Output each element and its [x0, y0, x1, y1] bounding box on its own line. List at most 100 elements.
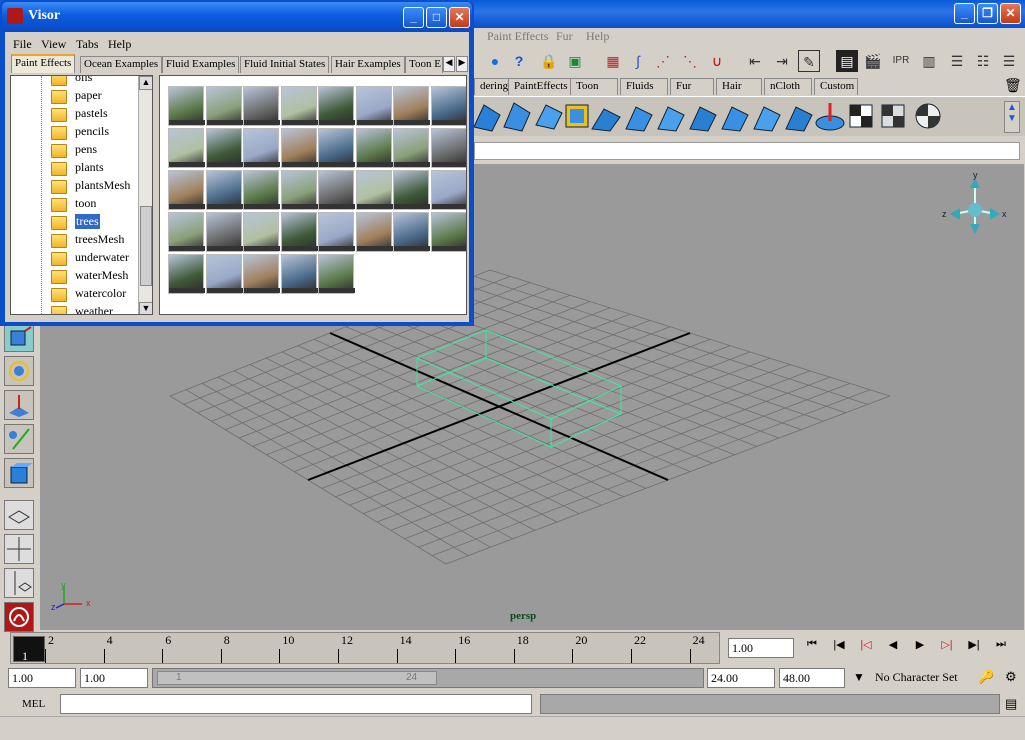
restore-button[interactable]: ❐: [977, 3, 998, 24]
play-backward-icon[interactable]: ◀: [881, 638, 905, 660]
tab-scroll-right-icon[interactable]: ▶: [456, 56, 468, 72]
folder-item-paper[interactable]: paper: [75, 88, 102, 103]
time-slider-track[interactable]: 1 2 4 6 8 10 12 14 16 18 20 22 24: [10, 632, 720, 664]
visor-tab-ocean-examples[interactable]: Ocean Examples: [80, 56, 163, 73]
folder-item-oils[interactable]: oils: [75, 76, 92, 85]
select-icon[interactable]: ▣: [564, 50, 586, 72]
playback-end-field[interactable]: 24.00: [707, 668, 775, 688]
snap-view-icon[interactable]: ⋱: [679, 50, 701, 72]
single-pane-layout-icon[interactable]: [4, 500, 34, 530]
current-time-marker[interactable]: 1: [13, 636, 45, 663]
folder-item-plants[interactable]: plants: [75, 160, 104, 175]
brush-thumbnail[interactable]: [430, 86, 466, 126]
brush-thumbnail[interactable]: [430, 128, 466, 168]
brush-thumbnail[interactable]: [280, 86, 318, 126]
visor-tab-fluid-initial-states[interactable]: Fluid Initial States: [240, 56, 330, 73]
mel-input[interactable]: [60, 694, 532, 714]
render-icon[interactable]: 🎬: [862, 50, 884, 72]
brush-thumbnail[interactable]: [430, 170, 466, 210]
hypershade-icon[interactable]: ☰: [946, 50, 968, 72]
folder-item-toon[interactable]: toon: [75, 196, 96, 211]
visor-titlebar[interactable]: Visor _ □ ✕: [2, 2, 472, 32]
folder-item-plantsMesh[interactable]: plantsMesh: [75, 178, 130, 193]
visor-tab-hair-examples[interactable]: Hair Examples: [331, 56, 405, 73]
menu-paint-effects[interactable]: Paint Effects: [487, 29, 548, 44]
folder-item-underwater[interactable]: underwater: [75, 250, 129, 265]
visor-menu-help[interactable]: Help: [108, 37, 131, 52]
tab-scroll-left-icon[interactable]: ◀: [443, 56, 455, 72]
folder-item-weather[interactable]: weather: [75, 304, 113, 314]
character-set-dropdown-icon[interactable]: ▼: [849, 670, 869, 684]
brush-thumbnail[interactable]: [168, 254, 205, 294]
snap-grid-icon[interactable]: ▦: [602, 50, 624, 72]
range-slider[interactable]: 1 24: [152, 668, 704, 688]
brush-thumbnail[interactable]: [168, 170, 205, 210]
step-back-key-icon[interactable]: |◀: [827, 638, 851, 660]
brush-thumbnail[interactable]: [243, 170, 280, 210]
brush-thumbnail[interactable]: [280, 128, 318, 168]
scroll-up-icon[interactable]: ▲: [139, 76, 152, 90]
brush-thumbnail[interactable]: [355, 212, 393, 252]
folder-item-trees[interactable]: trees: [75, 214, 100, 229]
visor-tab-paint-effects[interactable]: Paint Effects: [11, 54, 76, 73]
step-forward-frame-icon[interactable]: ▷|: [935, 638, 959, 660]
rotate-tool-icon[interactable]: [4, 356, 34, 386]
brush-thumbnail[interactable]: [430, 212, 466, 252]
brush-thumbnail[interactable]: [168, 128, 205, 168]
four-pane-layout-icon[interactable]: [4, 534, 34, 564]
menu-help[interactable]: Help: [586, 29, 609, 44]
brush-thumbnail[interactable]: [393, 86, 430, 126]
input-ops-icon[interactable]: ⇤: [744, 50, 766, 72]
end-time-field[interactable]: 48.00: [779, 668, 845, 688]
construction-history-icon[interactable]: ✎: [798, 50, 820, 72]
script-editor-icon[interactable]: ▤: [1005, 696, 1017, 712]
brush-thumbnail[interactable]: [243, 86, 280, 126]
brush-thumbnail[interactable]: [318, 128, 355, 168]
scroll-down-icon[interactable]: ▼: [139, 302, 152, 314]
go-to-end-icon[interactable]: ⏭: [989, 638, 1013, 660]
time-slider[interactable]: 1 2 4 6 8 10 12 14 16 18 20 22 24 1.00 ⏮ |◀ |◁ ◀ ▶ …: [0, 632, 1025, 666]
playback-start-field[interactable]: 1.00: [80, 668, 148, 688]
folder-item-pastels[interactable]: pastels: [75, 106, 108, 121]
folder-item-pens[interactable]: pens: [75, 142, 97, 157]
channel-box-icon[interactable]: ☰: [998, 50, 1020, 72]
brush-thumbnail[interactable]: [393, 212, 430, 252]
brush-thumbnail[interactable]: [280, 212, 318, 252]
brush-thumbnail[interactable]: [205, 170, 243, 210]
render-settings-icon[interactable]: ▥: [918, 50, 940, 72]
trash-icon[interactable]: 🗑: [1004, 77, 1022, 94]
visor-minimize-button[interactable]: _: [403, 7, 424, 28]
shelf-tab-custom[interactable]: Custom: [814, 78, 858, 95]
snap-curve-icon[interactable]: ∫: [627, 50, 649, 72]
shelf-tab-ncloth[interactable]: nCloth: [764, 78, 812, 95]
folder-item-watercolor[interactable]: watercolor: [75, 286, 126, 301]
move-tool-icon[interactable]: [4, 322, 34, 352]
lock-icon[interactable]: 🔒: [538, 50, 560, 72]
key-icon[interactable]: 🔑: [978, 669, 994, 685]
scroll-thumb[interactable]: [140, 206, 152, 286]
folder-item-treesMesh[interactable]: treesMesh: [75, 232, 124, 247]
brush-thumbnail[interactable]: [205, 254, 243, 294]
view-cube-icon[interactable]: y z x: [940, 170, 1010, 240]
brush-thumbnail[interactable]: [280, 254, 318, 294]
brush-thumbnail[interactable]: [355, 170, 393, 210]
brush-thumbnail[interactable]: [280, 170, 318, 210]
brush-thumbnail[interactable]: [318, 212, 355, 252]
help-icon[interactable]: ?: [508, 50, 530, 72]
manipulator-tool-icon[interactable]: [4, 424, 34, 454]
sphere-icon[interactable]: ●: [484, 50, 506, 72]
visor-tab-fluid-examples[interactable]: Fluid Examples: [162, 56, 240, 73]
brush-thumbnail[interactable]: [168, 212, 205, 252]
shelf-tab-toon[interactable]: Toon: [570, 78, 618, 95]
brush-thumbnail[interactable]: [243, 254, 280, 294]
shelf-tab-fluids[interactable]: Fluids: [620, 78, 668, 95]
brush-thumbnail[interactable]: [243, 212, 280, 252]
visor-maximize-button[interactable]: □: [426, 7, 447, 28]
brush-thumbnail[interactable]: [318, 86, 355, 126]
visor-close-button[interactable]: ✕: [449, 7, 470, 28]
step-forward-key-icon[interactable]: ▶|: [962, 638, 986, 660]
maya-logo-icon[interactable]: [4, 602, 34, 632]
brush-thumbnail[interactable]: [355, 128, 393, 168]
scale-tool-icon[interactable]: [4, 390, 34, 420]
snap-point-icon[interactable]: ⋰: [652, 50, 674, 72]
